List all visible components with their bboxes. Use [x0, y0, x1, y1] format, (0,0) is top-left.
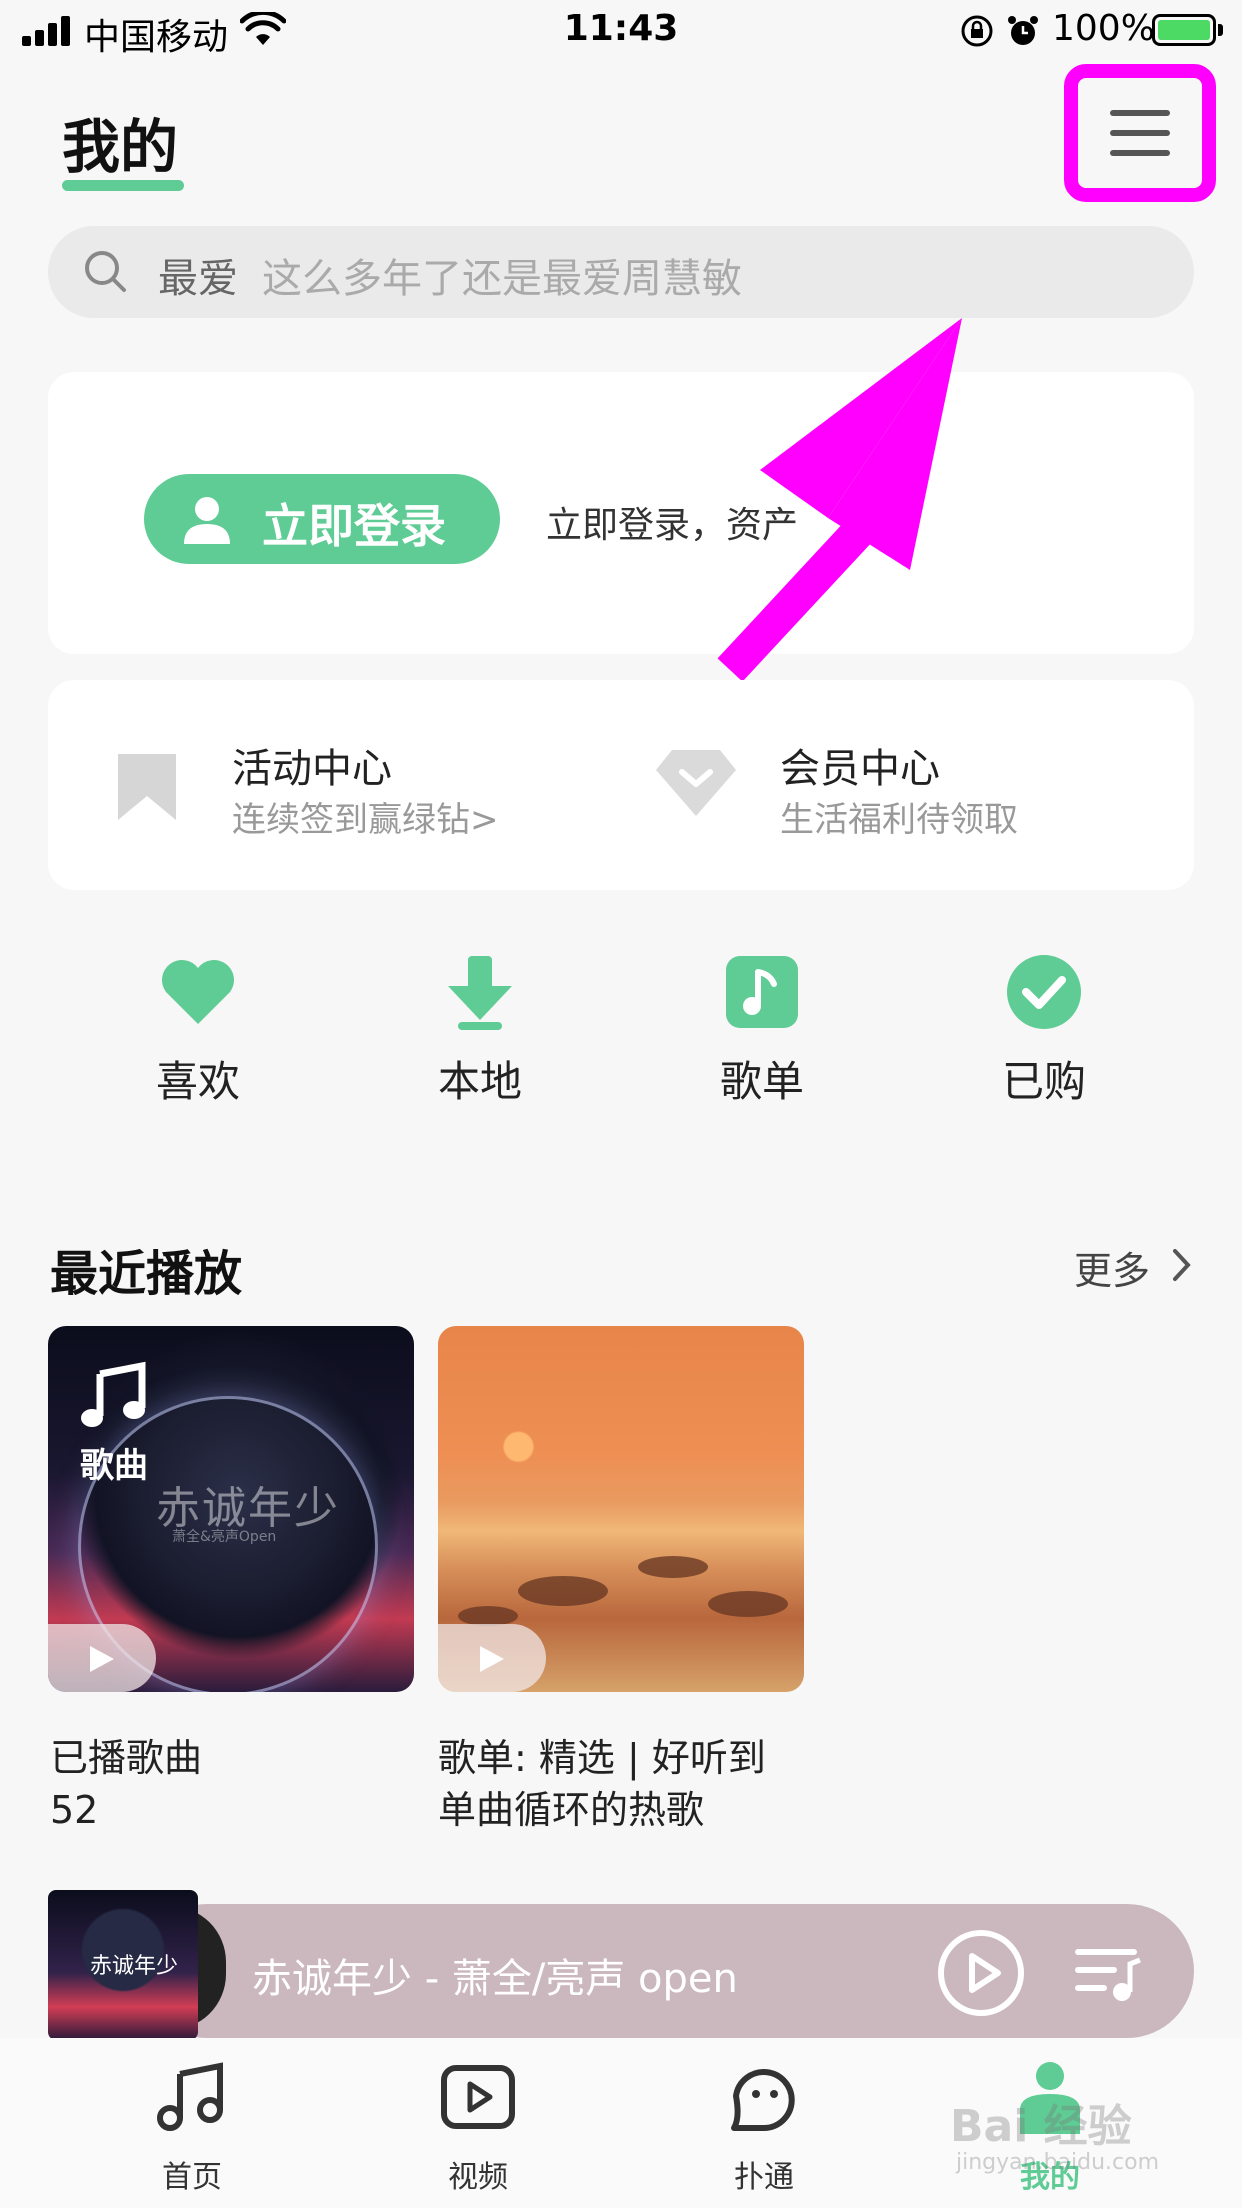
- play-circle-icon[interactable]: [936, 1928, 1026, 2018]
- activity-center-subtitle[interactable]: 连续签到赢绿钻>: [232, 792, 499, 841]
- more-link[interactable]: 更多: [1074, 1240, 1150, 1295]
- tab-video[interactable]: 视频: [378, 2060, 578, 2200]
- activity-center-title[interactable]: 活动中心: [232, 736, 392, 794]
- recent-item-line: 单曲循环的热歌: [438, 1788, 705, 1832]
- rotation-lock-icon: [961, 15, 993, 47]
- recent-item-title: 歌单: 精选 | 好听到 单曲循环的热歌: [438, 1732, 818, 1836]
- watermark-sub: jingyan.baidu.com: [956, 2150, 1160, 2175]
- quick-action-playlist[interactable]: 歌单: [662, 952, 862, 1112]
- heart-icon: [162, 960, 234, 1024]
- bookmark-icon: [118, 754, 176, 820]
- play-icon: [480, 1646, 504, 1672]
- login-button-label: 立即登录: [262, 499, 446, 553]
- tab-putong[interactable]: 扑通: [664, 2060, 864, 2200]
- tab-home[interactable]: 首页: [92, 2060, 292, 2200]
- playlist-icon[interactable]: [1074, 1944, 1144, 2004]
- chevron-right-icon[interactable]: [1172, 1248, 1192, 1282]
- play-icon: [90, 1646, 114, 1672]
- play-button[interactable]: [48, 1624, 156, 1692]
- user-icon: [184, 497, 230, 544]
- tab-label: 视频: [448, 2160, 508, 2195]
- quick-action-local[interactable]: 本地: [380, 952, 580, 1112]
- recent-songs-cover[interactable]: 歌曲 赤诚年少 萧全&亮声Open: [48, 1326, 414, 1692]
- quick-action-like[interactable]: 喜欢: [98, 952, 298, 1112]
- search-icon: [85, 251, 126, 292]
- search-placeholder: 这么多年了还是最爱周慧敏: [262, 256, 742, 302]
- recent-playlist-cover[interactable]: [438, 1326, 804, 1692]
- music-note-icon: [81, 1361, 146, 1427]
- quick-action-label: 本地: [437, 1057, 522, 1106]
- login-button[interactable]: 立即登录: [144, 474, 500, 564]
- album-art-subtitle: 萧全&亮声Open: [172, 1529, 277, 1545]
- song-tag: 歌曲: [80, 1446, 148, 1486]
- hamburger-menu-icon[interactable]: [1098, 100, 1182, 166]
- download-icon: [448, 956, 512, 1030]
- tab-label: 首页: [162, 2160, 222, 2195]
- chat-face-icon: [731, 2069, 795, 2131]
- recent-item-count: 52: [50, 1788, 99, 1832]
- player-thumb-title: 赤诚年少: [90, 1954, 179, 1979]
- play-button[interactable]: [438, 1624, 546, 1692]
- page-title: 我的: [62, 113, 179, 181]
- now-playing-title[interactable]: 赤诚年少 - 萧全/亮声 open: [252, 1946, 738, 2004]
- check-circle-icon: [1007, 955, 1081, 1029]
- music-note-icon: [726, 956, 798, 1028]
- diamond-icon: [656, 750, 736, 816]
- vip-center-title[interactable]: 会员中心: [780, 736, 940, 794]
- battery-percent: 100%: [1052, 8, 1155, 49]
- annotation-arrow: [717, 318, 962, 680]
- quick-action-label: 喜欢: [155, 1057, 240, 1106]
- title-underline: [62, 180, 184, 191]
- quick-action-bought[interactable]: 已购: [944, 952, 1144, 1112]
- alarm-icon: [1008, 16, 1038, 45]
- recent-item-title: 已播歌曲: [50, 1736, 203, 1780]
- center-card: [48, 680, 1194, 890]
- quick-action-label: 歌单: [719, 1057, 804, 1106]
- quick-action-label: 已购: [1001, 1057, 1086, 1106]
- status-bar: 中国移动 11:43 100%: [0, 0, 1242, 62]
- recent-section-title: 最近播放: [50, 1246, 243, 1302]
- recent-item-line: 歌单: 精选 | 好听到: [438, 1736, 766, 1780]
- player-album-art[interactable]: 赤诚年少: [48, 1890, 198, 2040]
- tab-label: 扑通: [734, 2160, 794, 2195]
- vip-center-subtitle[interactable]: 生活福利待领取: [780, 792, 1018, 841]
- watermark: Bai 经验: [950, 2101, 1132, 2152]
- music-note-icon: [157, 2062, 223, 2131]
- search-keyword: 最爱: [158, 256, 238, 302]
- battery-icon: [1152, 14, 1216, 46]
- video-play-icon: [441, 2065, 515, 2129]
